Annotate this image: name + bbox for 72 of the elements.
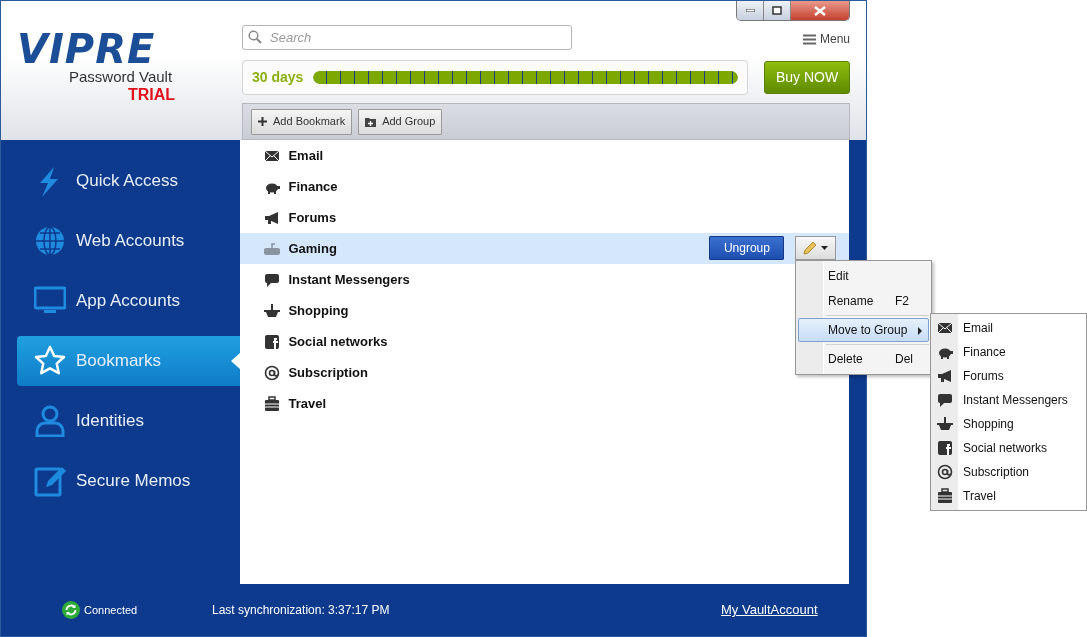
account-link[interactable]: My VaultAccount [721,600,818,620]
menu-icon [802,33,816,45]
days-remaining: 30 days [252,68,304,87]
shortcut-label: F2 [895,293,909,310]
social-icon [264,333,281,350]
group-item[interactable]: Travel [288,393,327,414]
megaphone-icon [264,209,281,226]
menu-item[interactable]: Rename F2 [798,289,929,313]
at-sign-icon [264,364,281,381]
menu-item[interactable]: Delete Del [798,347,929,371]
person-icon [34,405,66,437]
group-item[interactable]: Subscription [288,362,368,383]
toolbar-button[interactable]: Add Bookmark [251,108,353,135]
folder-plus-icon [365,116,377,127]
sidebar-item[interactable]: Secure Memos [17,451,241,511]
submenu-item[interactable]: Subscription [963,463,1030,481]
submenu-item[interactable]: Shopping [963,415,1014,433]
menu-item[interactable]: Move to Group [798,318,929,342]
maximize-button[interactable] [764,1,791,20]
submenu-item[interactable]: Email [963,319,993,337]
minimize-icon [745,9,755,12]
sidebar-item[interactable]: App Accounts [17,271,241,331]
group-item[interactable]: Shopping [288,300,349,321]
basket-icon [264,302,281,319]
basket-icon [937,416,953,432]
group-item[interactable]: Forums [288,207,337,228]
star-icon [34,345,66,377]
sync-status: Last synchronization: 3:37:17 PM [212,602,391,619]
globe-icon [34,225,66,257]
sidebar-item[interactable]: Quick Access [17,151,241,211]
sidebar-item[interactable]: Web Accounts [17,211,241,271]
maximize-icon [772,6,782,15]
search-field[interactable]: Search [242,25,572,50]
shortcut-label: Del [895,351,913,368]
close-button[interactable] [791,1,849,20]
edition-label: TRIAL [128,85,177,104]
suitcase-icon [937,488,953,504]
envelope-icon [937,320,953,336]
suitcase-icon [264,395,281,412]
submenu-arrow-icon [918,327,922,335]
sync-icon [62,601,80,619]
menu-button[interactable]: Menu [802,30,850,48]
search-icon [248,30,262,44]
memo-icon [34,465,66,497]
close-icon [814,5,826,16]
toolbar-button[interactable]: Add Group [358,108,443,135]
plus-icon [258,117,267,126]
group-item[interactable]: Instant Messengers [288,269,410,290]
submenu-item[interactable]: Instant Messengers [963,391,1068,409]
caret-icon [821,246,829,250]
menu-item[interactable]: Edit [798,264,929,288]
pencil-icon [803,241,818,255]
submenu-item[interactable]: Travel [963,487,996,505]
submenu-item[interactable]: Forums [963,367,1004,385]
submenu-item[interactable]: Finance [963,343,1006,361]
social-icon [937,440,953,456]
logo: VIPRE [17,29,156,69]
speech-bubble-icon [264,271,281,288]
at-sign-icon [937,464,953,480]
minimize-button[interactable] [737,1,764,20]
megaphone-icon [937,368,953,384]
submenu-item[interactable]: Social networks [963,439,1048,457]
group-item[interactable]: Email [288,145,324,166]
group-item[interactable]: Finance [288,176,338,197]
speech-bubble-icon [937,392,953,408]
edit-dropdown-button[interactable] [795,236,837,260]
group-item[interactable]: Gaming [288,238,337,259]
connection-status: Connected [84,602,138,618]
group-item[interactable]: Social networks [288,331,388,352]
product-name: Password Vault [69,69,174,86]
sidebar-item[interactable]: Identities [17,391,241,451]
ungroup-button[interactable]: Ungroup [709,236,785,260]
